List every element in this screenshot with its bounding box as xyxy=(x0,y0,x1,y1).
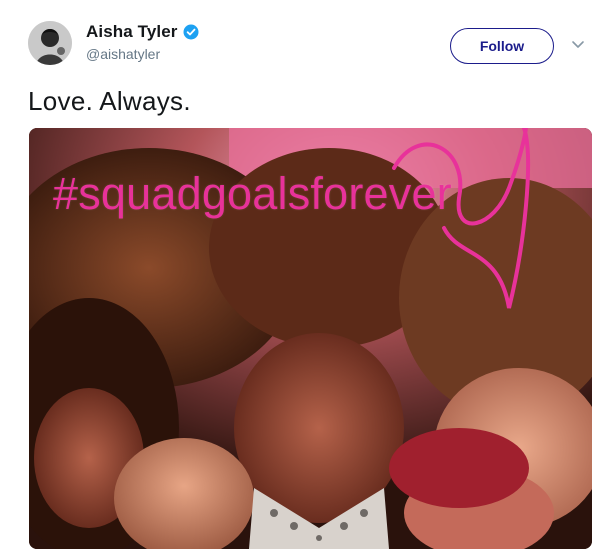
tweet-card: Aisha Tyler @aishatyler Follow Love. Alw… xyxy=(0,0,612,556)
avatar[interactable] xyxy=(28,21,72,65)
tweet-text: Love. Always. xyxy=(28,86,191,116)
tweet-photo[interactable]: #squadgoalsforever xyxy=(29,128,592,549)
follow-button[interactable]: Follow xyxy=(450,28,554,64)
display-name[interactable]: Aisha Tyler xyxy=(86,22,178,42)
chevron-down-icon[interactable] xyxy=(571,40,585,50)
verified-icon xyxy=(183,24,199,40)
avatar-image xyxy=(28,21,72,65)
name-row: Aisha Tyler xyxy=(86,22,199,42)
user-handle[interactable]: @aishatyler xyxy=(86,46,160,62)
photo-overlay-text: #squadgoalsforever xyxy=(53,168,452,219)
